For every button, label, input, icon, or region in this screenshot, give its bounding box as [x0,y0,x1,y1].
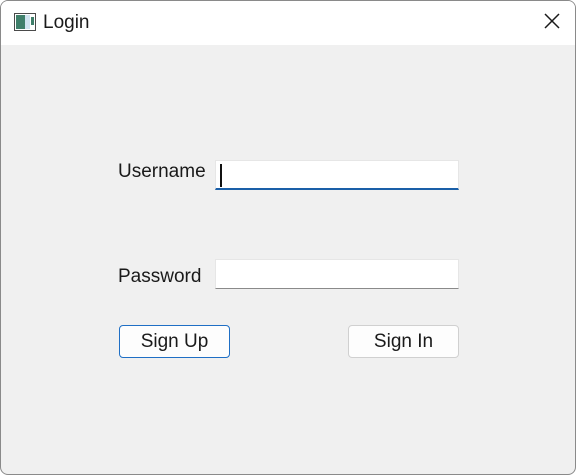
title-bar[interactable]: Login [1,1,575,45]
sign-up-button[interactable]: Sign Up [119,325,230,358]
password-label: Password [118,266,202,287]
sign-in-button[interactable]: Sign In [348,325,459,358]
close-icon [543,12,561,35]
text-caret [220,164,222,187]
password-input[interactable] [215,259,459,289]
username-input[interactable] [215,160,459,190]
window-title: Login [43,12,90,33]
username-label: Username [118,161,206,182]
app-window-icon [14,13,36,31]
close-button[interactable] [529,1,575,45]
login-window: Login Username Password Sign Up Sign In [0,0,576,475]
